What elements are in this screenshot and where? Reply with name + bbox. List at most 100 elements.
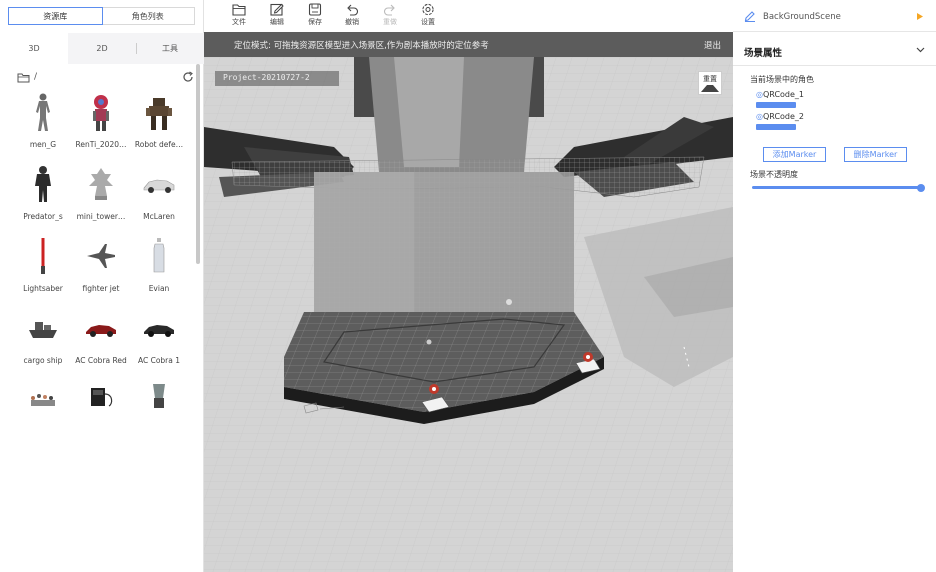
asset-label: Evian [148,284,170,293]
properties-panel: BackGroundScene 场景属性 当前场景中的角色 ◎QRCode_1 … [733,0,936,572]
asset-label: AC Cobra 1 [137,356,181,365]
scene-3d-view[interactable] [204,57,733,572]
save-icon [308,3,322,16]
mech-model-icon [146,98,172,130]
positioning-mode-banner: 定位模式: 可拖拽资源区模型进入场景区,作为剧本播放时的定位参考 退出 [204,32,733,57]
tab-3d[interactable]: 3D [0,33,68,64]
car-model-icon [143,179,175,193]
red-car-model-icon [86,325,116,337]
gear-icon [422,3,434,16]
reset-view-icon [701,85,719,92]
tab-divider [136,43,137,54]
undo-icon [347,4,359,16]
asset-grid: men_G RenTi_2020… Robot defe… Predator_s… [0,88,196,410]
role-progress-bar [756,102,796,108]
role-name-text: QRCode_2 [762,112,805,121]
blender-model-icon [153,384,165,408]
scene-opacity-slider-track[interactable] [752,186,922,189]
scene-properties-header[interactable]: 场景属性 [733,38,936,66]
role-name-text: QRCode_1 [762,90,805,99]
refresh-icon[interactable] [182,71,194,83]
asset-item[interactable]: Robot defe… [129,88,189,160]
chevron-down-icon[interactable] [916,45,925,54]
save-button[interactable]: 保存 [300,3,330,30]
asset-label: fighter jet [82,284,120,293]
machine-model-icon [91,388,113,407]
asset-item[interactable]: RenTi_2020… [71,88,131,160]
chess-model-icon [31,394,55,406]
tab-tools-label: 工具 [162,44,178,53]
asset-item[interactable]: McLaren [129,160,189,232]
role-name: ◎QRCode_1 [756,90,804,99]
person-model-icon [36,93,50,131]
role-eye-icon[interactable]: ◎ [756,112,763,121]
scene-viewport[interactable]: 文件 编辑 保存 撤销 重做 设置 定位模式: 可拖拽资源区模型进入场景区,作为… [204,0,733,572]
predator-model-icon [35,166,51,202]
asset-scrollbar[interactable] [196,64,200,264]
add-marker-button[interactable]: 添加Marker [763,147,826,162]
play-icon[interactable] [917,13,923,20]
redo-icon [383,4,395,16]
undo-label: 撤销 [345,18,359,26]
reset-view-button[interactable]: 重置 [698,71,722,95]
scene-opacity-slider-handle[interactable] [917,184,925,192]
asset-label: men_G [29,140,57,149]
robot-model-icon [93,95,109,131]
asset-item[interactable]: fighter jet [71,232,131,304]
tab-2d[interactable]: 2D [68,33,136,64]
asset-item[interactable] [129,376,189,410]
redo-button[interactable]: 重做 [375,3,405,30]
asset-item[interactable] [71,376,131,410]
path-row: / [0,68,204,88]
positioning-mode-text: 定位模式: 可拖拽资源区模型进入场景区,作为剧本播放时的定位参考 [234,41,489,51]
settings-label: 设置 [421,18,435,26]
asset-panel: 资源库 角色列表 3D 2D 工具 / men_G RenTi_2020… Ro… [0,0,204,572]
path-text: / [34,72,38,82]
sub-tab-bar: 3D 2D 工具 [0,33,204,64]
asset-item[interactable]: Predator_s [13,160,73,232]
tower-model-icon [89,168,113,200]
bottle-model-icon [153,238,165,273]
tab-role-list[interactable]: 角色列表 [102,8,195,24]
remove-marker-button[interactable]: 删除Marker [844,147,907,162]
undo-button[interactable]: 撤销 [337,3,367,30]
edit-label: 编辑 [270,18,284,26]
top-tab-bar: 资源库 角色列表 [8,7,195,25]
asset-item[interactable]: Lightsaber [13,232,73,304]
role-name: ◎QRCode_2 [756,112,804,121]
folder-icon[interactable] [17,72,30,83]
edit-button[interactable]: 编辑 [262,3,292,30]
file-label: 文件 [232,18,246,26]
asset-label: AC Cobra Red [75,356,127,365]
asset-label: Predator_s [23,212,63,221]
asset-item[interactable] [13,376,73,410]
asset-label: RenTi_2020… [75,140,127,149]
asset-label: Robot defe… [134,140,184,149]
redo-label: 重做 [383,18,397,26]
asset-item[interactable]: Evian [129,232,189,304]
asset-item[interactable]: mini_tower… [71,160,131,232]
tab-tools[interactable]: 工具 [136,33,204,64]
reset-label: 重置 [703,75,717,83]
exit-mode-button[interactable]: 退出 [704,39,721,51]
asset-item[interactable]: AC Cobra Red [71,304,131,376]
scene-properties-title: 场景属性 [744,48,783,59]
role-eye-icon[interactable]: ◎ [756,90,763,99]
asset-item[interactable]: AC Cobra 1 [129,304,189,376]
current-roles-title: 当前场景中的角色 [750,75,814,84]
ship-model-icon [29,322,57,338]
folder-icon [232,4,246,16]
asset-item[interactable]: men_G [13,88,73,160]
pencil-icon[interactable] [744,10,756,22]
asset-label: mini_tower… [76,212,126,221]
scene-row[interactable]: BackGroundScene [733,0,936,32]
scene-opacity-label: 场景不透明度 [750,170,798,179]
file-button[interactable]: 文件 [224,3,254,30]
settings-button[interactable]: 设置 [413,3,443,30]
asset-item[interactable]: cargo ship [13,304,73,376]
asset-label: cargo ship [23,356,63,365]
role-progress-bar [756,124,796,130]
tab-asset-library[interactable]: 资源库 [8,7,103,25]
asset-label: Lightsaber [23,284,63,293]
jet-model-icon [87,244,115,268]
